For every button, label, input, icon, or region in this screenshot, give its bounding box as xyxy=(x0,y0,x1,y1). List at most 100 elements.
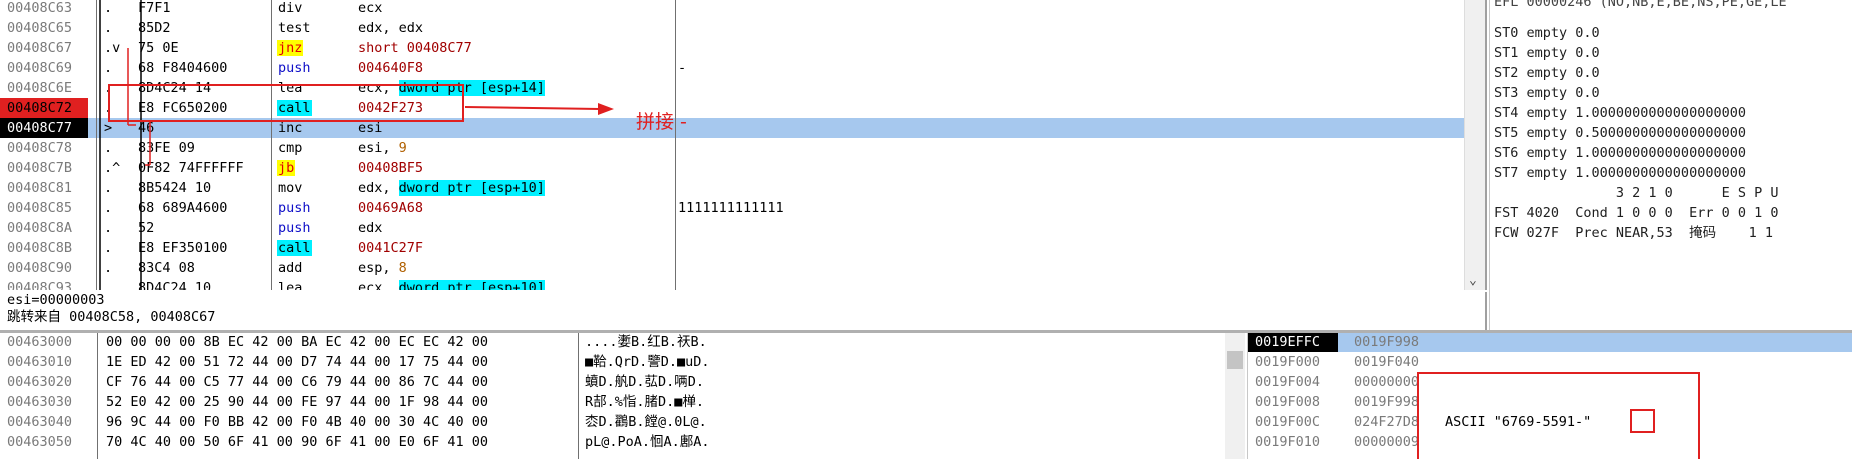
fcw-register[interactable]: FCW 027F Prec NEAR,53 掩码 1 1 xyxy=(1494,223,1773,243)
registers-pane[interactable]: EFL 00000246 (NO,NB,E,BE,NS,PE,GE,LE ST0… xyxy=(1489,0,1852,330)
disasm-flow-mark: . xyxy=(104,140,113,156)
fpu-register[interactable]: ST7 empty 1.0000000000000000000 xyxy=(1494,163,1746,183)
dump-address[interactable]: 00463020 xyxy=(7,372,72,392)
dump-hex[interactable]: 00 00 00 00 8B EC 42 00 BA EC 42 00 EC E… xyxy=(106,333,488,352)
dump-ascii[interactable]: pL@.PoA.恛A.鄌A. xyxy=(585,432,710,452)
disasm-row[interactable]: 00408C63. F7F1 div ecx xyxy=(0,0,1465,18)
disasm-mnemonic-text: jnz xyxy=(277,40,304,56)
disasm-operands: edx, edx xyxy=(358,18,423,38)
disasm-row[interactable]: 00408C67 .v 75 0E jnz short 00408C77 xyxy=(0,38,1465,58)
dump-address[interactable]: 00463030 xyxy=(7,392,72,412)
stack-row[interactable]: 0019EFFC 0019F998 xyxy=(1248,333,1852,352)
stack-value[interactable]: 0019F998 xyxy=(1354,392,1419,412)
disasm-row[interactable]: 00408C93. 8D4C24 10 lea ecx, dword ptr [esp… xyxy=(0,278,1465,290)
disasm-row[interactable]: 00408C81. 8B5424 10 mov edx, dword ptr [esp… xyxy=(0,178,1465,198)
disasm-mnemonic: call xyxy=(277,238,357,258)
dump-hex[interactable]: 70 4C 40 00 50 6F 41 00 90 6F 41 00 E0 6… xyxy=(106,432,488,452)
annotation-box-call xyxy=(108,84,464,122)
disasm-address[interactable]: 00408C63 xyxy=(0,0,88,18)
disasm-operands: edx xyxy=(358,218,382,238)
efl-register[interactable]: EFL 00000246 (NO,NB,E,BE,NS,PE,GE,LE xyxy=(1494,0,1787,12)
disasm-row[interactable]: 00408C8A. 52 push edx xyxy=(0,218,1465,238)
disasm-operand-text: edx, edx xyxy=(358,20,424,36)
scroll-thumb[interactable] xyxy=(1227,351,1243,369)
disasm-mnemonic: push xyxy=(277,218,357,238)
disasm-address[interactable]: 00408C65 xyxy=(0,18,88,38)
fpu-register[interactable]: ST5 empty 0.5000000000000000000 xyxy=(1494,123,1746,143)
info-register-line: esi=00000003 xyxy=(7,292,105,308)
disasm-operands: 0041C27F xyxy=(358,238,423,258)
disassembly-pane[interactable]: 00408C63. F7F1 div ecx 00408C65. 85D2 test edx,… xyxy=(0,0,1487,290)
dump-ascii[interactable]: ....嬱B.红B.祆B. xyxy=(585,333,707,352)
disasm-mnemonic: push xyxy=(277,198,357,218)
disasm-address[interactable]: 00408C8B xyxy=(0,238,88,258)
stack-address[interactable]: 0019F00C xyxy=(1248,412,1338,432)
stack-address[interactable]: 0019F000 xyxy=(1248,352,1338,372)
disasm-address[interactable]: 00408C78 xyxy=(0,138,88,158)
disasm-operand-text: short 00408C77 xyxy=(358,40,472,56)
dump-ascii[interactable]: 枩D.鸐B.饄@.0L@. xyxy=(585,412,707,432)
dump-address[interactable]: 00463040 xyxy=(7,412,72,432)
fst-register[interactable]: FST 4020 Cond 1 0 0 0 Err 0 0 1 0 xyxy=(1494,203,1778,223)
disasm-mnemonic: push xyxy=(277,58,357,78)
dump-address[interactable]: 00463050 xyxy=(7,432,72,452)
disasm-address[interactable]: 00408C69 xyxy=(0,58,88,78)
disasm-address[interactable]: 00408C8A xyxy=(0,218,88,238)
dump-hex[interactable]: 96 9C 44 00 F0 BB 42 00 F0 4B 40 00 30 4… xyxy=(106,412,488,432)
disasm-address[interactable]: 00408C72 xyxy=(0,98,88,118)
disasm-mnemonic-text: jb xyxy=(277,160,296,176)
stack-pane[interactable]: 0019EFFC 0019F998 0019F000 0019F040 0019F004… xyxy=(1247,333,1852,459)
disasm-mnemonic-text: cmp xyxy=(278,140,303,156)
disasm-flow-mark: . xyxy=(104,180,113,196)
disasm-flow-mark: . xyxy=(104,240,113,256)
stack-value[interactable]: 00000000 xyxy=(1354,372,1419,392)
stack-address[interactable]: 0019F008 xyxy=(1248,392,1338,412)
fpu-register[interactable]: ST3 empty 0.0 xyxy=(1494,83,1600,103)
dump-address[interactable]: 00463000 xyxy=(7,333,72,352)
memory-dump-pane[interactable]: 00463000 00 00 00 00 8B EC 42 00 BA EC 42… xyxy=(0,333,1245,459)
stack-address[interactable]: 0019F010 xyxy=(1248,432,1338,452)
dump-hex[interactable]: 52 E0 42 00 25 90 44 00 FE 97 44 00 1F 9… xyxy=(106,392,488,412)
stack-value[interactable]: 0019F040 xyxy=(1354,352,1419,372)
disasm-address[interactable]: 00408C93 xyxy=(0,278,88,290)
chevron-down-icon[interactable]: ⌄ xyxy=(1469,273,1477,288)
fpu-register[interactable]: ST0 empty 0.0 xyxy=(1494,23,1600,43)
dump-address[interactable]: 00463010 xyxy=(7,352,72,372)
disasm-flow-mark: . xyxy=(104,220,113,236)
dump-scrollbar[interactable] xyxy=(1225,333,1245,459)
disasm-operands: 004640F8 xyxy=(358,58,423,78)
disasm-address[interactable]: 00408C67 xyxy=(0,38,88,58)
disasm-address[interactable]: 00408C85 xyxy=(0,198,88,218)
stack-value[interactable]: 0019F998 xyxy=(1354,333,1419,352)
disasm-row[interactable]: 00408C90. 83C4 08 add esp, 8 xyxy=(0,258,1465,278)
stack-value[interactable]: 00000009 xyxy=(1354,432,1419,452)
disasm-row[interactable]: 00408C65. 85D2 test edx, edx xyxy=(0,18,1465,38)
dump-ascii[interactable]: R郆.%恉.䐗D.■椫. xyxy=(585,392,704,412)
stack-row[interactable]: 0019F000 0019F040 xyxy=(1248,352,1852,372)
disasm-row[interactable]: 00408C8B. E8 EF350100 call 0041C27F xyxy=(0,238,1465,258)
disasm-address[interactable]: 00408C90 xyxy=(0,258,88,278)
disasm-scrollbar[interactable]: ⌄ xyxy=(1464,0,1485,290)
stack-address[interactable]: 0019F004 xyxy=(1248,372,1338,392)
disasm-mnemonic: cmp xyxy=(277,138,357,158)
dump-ascii[interactable]: ■鞈.QrD.譼D.■uD. xyxy=(585,352,710,372)
stack-value[interactable]: 024F27D8 xyxy=(1354,412,1419,432)
disasm-address[interactable]: 00408C81 xyxy=(0,178,88,198)
dump-hex[interactable]: 1E ED 42 00 51 72 44 00 D7 74 44 00 17 7… xyxy=(106,352,488,372)
disasm-hex-bytes: E8 EF350100 xyxy=(138,240,228,256)
disasm-row[interactable]: 00408C78. 83FE 09 cmp esi, 9 xyxy=(0,138,1465,158)
disasm-address[interactable]: 00408C7B xyxy=(0,158,88,178)
disasm-row[interactable]: 00408C69. 68 F8404600 push 004640F8 - xyxy=(0,58,1465,78)
dump-ascii[interactable]: 蟦D.舧D.苰D.唡D. xyxy=(585,372,704,392)
fpu-register[interactable]: ST1 empty 0.0 xyxy=(1494,43,1600,63)
disasm-address[interactable]: 00408C6E xyxy=(0,78,88,98)
stack-address[interactable]: 0019EFFC xyxy=(1248,333,1338,352)
disasm-row[interactable]: 00408C85. 68 689A4600 push 00469A68 11111111… xyxy=(0,198,1465,218)
fpu-register[interactable]: ST4 empty 1.0000000000000000000 xyxy=(1494,103,1746,123)
disasm-hex-bytes: 68 689A4600 xyxy=(138,200,228,216)
fpu-register[interactable]: ST6 empty 1.0000000000000000000 xyxy=(1494,143,1746,163)
fpu-register[interactable]: ST2 empty 0.0 xyxy=(1494,63,1600,83)
disasm-address[interactable]: 00408C77 xyxy=(0,118,88,138)
dump-hex[interactable]: CF 76 44 00 C5 77 44 00 C6 79 44 00 86 7… xyxy=(106,372,488,392)
disasm-row[interactable]: 00408C7B .^ 0F82 74FFFFFF jb 00408BF5 xyxy=(0,158,1465,178)
